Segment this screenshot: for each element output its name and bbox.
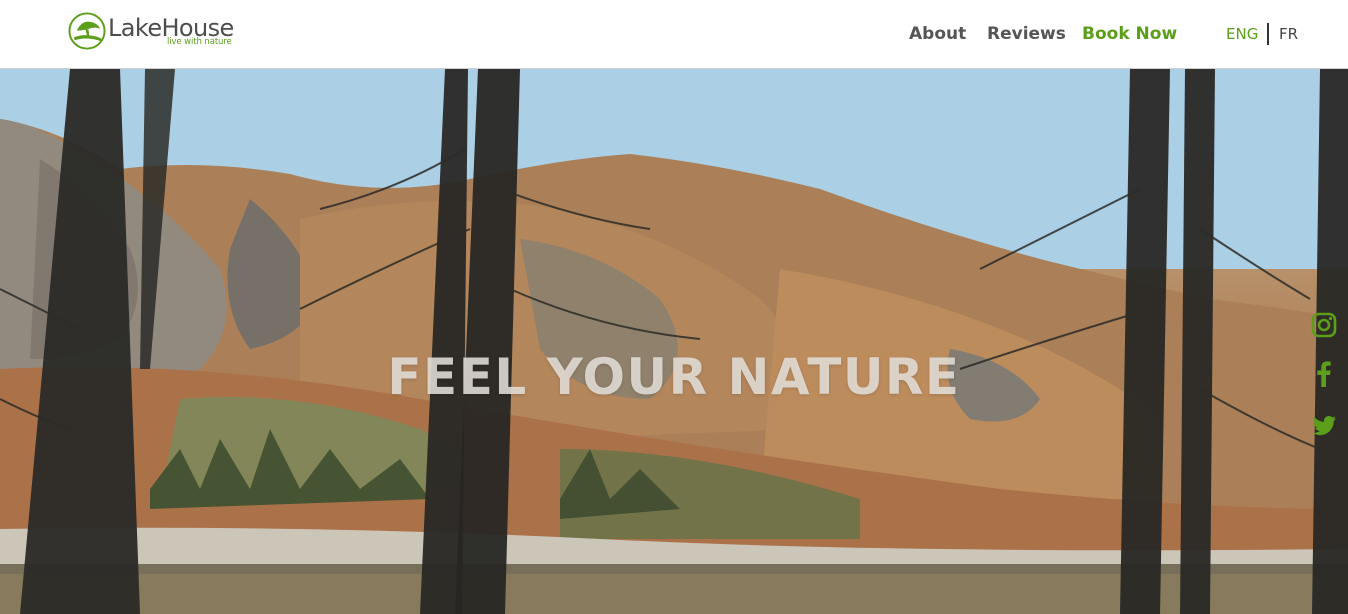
language-divider [1267, 23, 1269, 45]
nav-reviews-link[interactable]: Reviews [987, 22, 1066, 46]
logo-icon [68, 12, 106, 50]
language-fr-link[interactable]: FR [1279, 22, 1298, 46]
site-header: LakeHouse live with nature About Reviews… [0, 0, 1348, 69]
logo-link[interactable]: LakeHouse live with nature [68, 12, 248, 52]
facebook-icon[interactable] [1310, 359, 1338, 387]
nav-about-link[interactable]: About [909, 22, 966, 46]
nav-book-now-link[interactable]: Book Now [1082, 22, 1177, 46]
logo-tagline: live with nature [167, 37, 232, 47]
hero-section: FEEL YOUR NATURE [0, 69, 1348, 614]
hero-title: FEEL YOUR NATURE [387, 348, 961, 406]
language-eng-link[interactable]: ENG [1226, 22, 1258, 46]
hero-background-image [0, 69, 1348, 614]
instagram-icon[interactable] [1310, 311, 1338, 339]
social-links [1308, 309, 1340, 445]
twitter-icon[interactable] [1310, 411, 1338, 439]
